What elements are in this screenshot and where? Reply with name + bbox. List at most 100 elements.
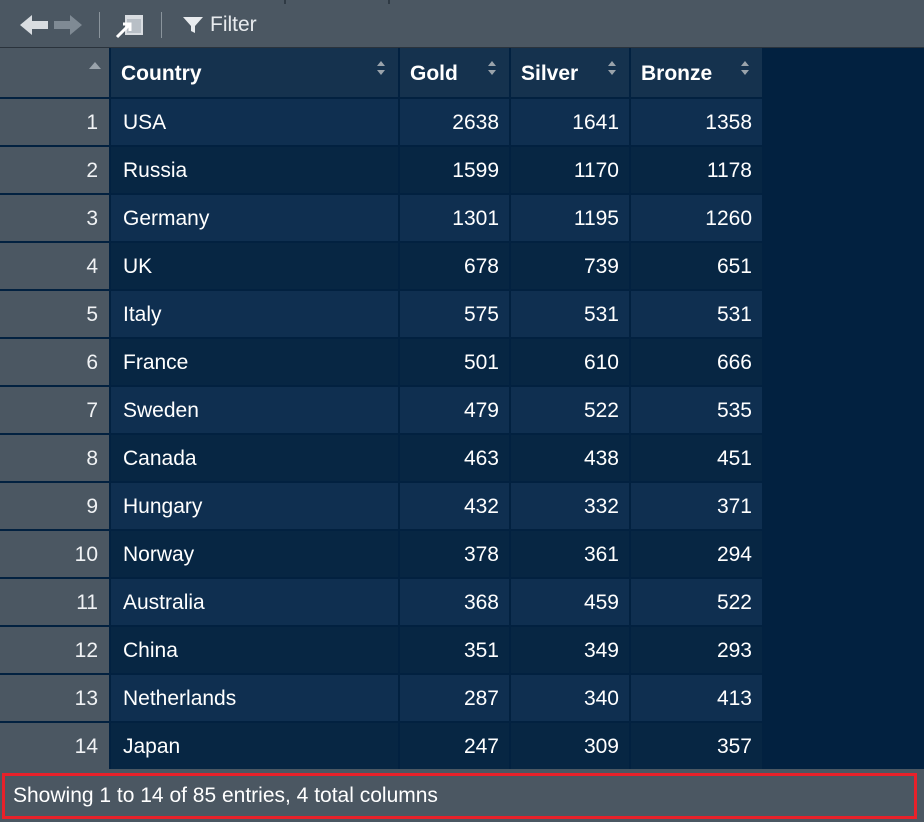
table-row[interactable]: 5 Italy 575 531 531 [0,291,764,339]
cell-gold: 1599 [400,147,511,195]
table-row[interactable]: 4 UK 678 739 651 [0,243,764,291]
cell-bronze: 535 [631,387,764,435]
cell-bronze: 666 [631,339,764,387]
table-row[interactable]: 3 Germany 1301 1195 1260 [0,195,764,243]
row-index: 12 [0,627,111,675]
cell-gold: 678 [400,243,511,291]
data-viewer: Filter Country Gold Silver Bronze 1 USA … [0,0,924,822]
row-index: 9 [0,483,111,531]
cell-country: Australia [111,579,400,627]
toolbar-separator [99,12,100,38]
table-header: Country Gold Silver Bronze [0,48,764,99]
popout-icon [115,15,143,39]
cell-bronze: 522 [631,579,764,627]
column-header-silver[interactable]: Silver [511,48,631,99]
forward-button[interactable] [52,12,84,38]
cell-silver: 459 [511,579,631,627]
sort-icon [608,61,616,75]
table-row[interactable]: 13 Netherlands 287 340 413 [0,675,764,723]
column-header-country[interactable]: Country [111,48,400,99]
table-row[interactable]: 6 France 501 610 666 [0,339,764,387]
back-button[interactable] [18,12,50,38]
cell-country: USA [111,99,400,147]
row-index: 8 [0,435,111,483]
cell-gold: 2638 [400,99,511,147]
row-index: 13 [0,675,111,723]
row-index: 3 [0,195,111,243]
table-row[interactable]: 10 Norway 378 361 294 [0,531,764,579]
row-index: 14 [0,723,111,771]
filter-label: Filter [210,13,257,36]
cell-bronze: 293 [631,627,764,675]
toolbar: Filter [0,0,924,48]
cell-country: Japan [111,723,400,771]
cell-bronze: 651 [631,243,764,291]
cell-gold: 432 [400,483,511,531]
column-header-bronze[interactable]: Bronze [631,48,764,99]
cell-silver: 1641 [511,99,631,147]
cell-country: Sweden [111,387,400,435]
cell-silver: 1170 [511,147,631,195]
cell-bronze: 1358 [631,99,764,147]
table-row[interactable]: 11 Australia 368 459 522 [0,579,764,627]
filter-button[interactable]: Filter [182,10,257,40]
cell-gold: 501 [400,339,511,387]
cell-gold: 575 [400,291,511,339]
sort-icon [488,61,496,75]
popout-button[interactable] [114,12,146,40]
sort-up-icon [89,62,101,69]
cell-gold: 247 [400,723,511,771]
cell-country: Netherlands [111,675,400,723]
cell-silver: 522 [511,387,631,435]
cell-silver: 739 [511,243,631,291]
cell-bronze: 1178 [631,147,764,195]
arrow-right-icon [54,15,82,35]
cell-bronze: 1260 [631,195,764,243]
cell-country: Germany [111,195,400,243]
table-row[interactable]: 1 USA 2638 1641 1358 [0,99,764,147]
row-index: 2 [0,147,111,195]
table-row[interactable]: 9 Hungary 432 332 371 [0,483,764,531]
cell-bronze: 531 [631,291,764,339]
status-bar: Showing 1 to 14 of 85 entries, 4 total c… [0,769,924,822]
column-header-label: Gold [410,62,458,85]
cell-bronze: 413 [631,675,764,723]
table-row[interactable]: 7 Sweden 479 522 535 [0,387,764,435]
cell-bronze: 294 [631,531,764,579]
cell-country: Canada [111,435,400,483]
arrow-left-icon [20,15,48,35]
sort-icon [377,61,385,75]
column-header-label: Bronze [641,62,713,85]
cell-gold: 1301 [400,195,511,243]
cell-gold: 351 [400,627,511,675]
table-row[interactable]: 8 Canada 463 438 451 [0,435,764,483]
cell-bronze: 371 [631,483,764,531]
cell-silver: 361 [511,531,631,579]
row-index: 1 [0,99,111,147]
row-index: 11 [0,579,111,627]
cell-bronze: 451 [631,435,764,483]
cell-country: UK [111,243,400,291]
table-row[interactable]: 12 China 351 349 293 [0,627,764,675]
sort-icon [741,61,749,75]
cell-country: Norway [111,531,400,579]
cell-silver: 309 [511,723,631,771]
cell-country: Russia [111,147,400,195]
toolbar-separator [161,12,162,38]
cell-bronze: 357 [631,723,764,771]
table-row[interactable]: 2 Russia 1599 1170 1178 [0,147,764,195]
row-index: 5 [0,291,111,339]
cell-silver: 340 [511,675,631,723]
funnel-icon [183,17,203,33]
cell-silver: 1195 [511,195,631,243]
table-row[interactable]: 14 Japan 247 309 357 [0,723,764,771]
row-index-header[interactable] [0,48,111,99]
row-index: 4 [0,243,111,291]
cell-silver: 531 [511,291,631,339]
cell-silver: 332 [511,483,631,531]
column-header-gold[interactable]: Gold [400,48,511,99]
cell-silver: 349 [511,627,631,675]
table-body: 1 USA 2638 1641 1358 2 Russia 1599 1170 … [0,99,764,771]
row-index: 10 [0,531,111,579]
entries-summary: Showing 1 to 14 of 85 entries, 4 total c… [2,773,917,819]
